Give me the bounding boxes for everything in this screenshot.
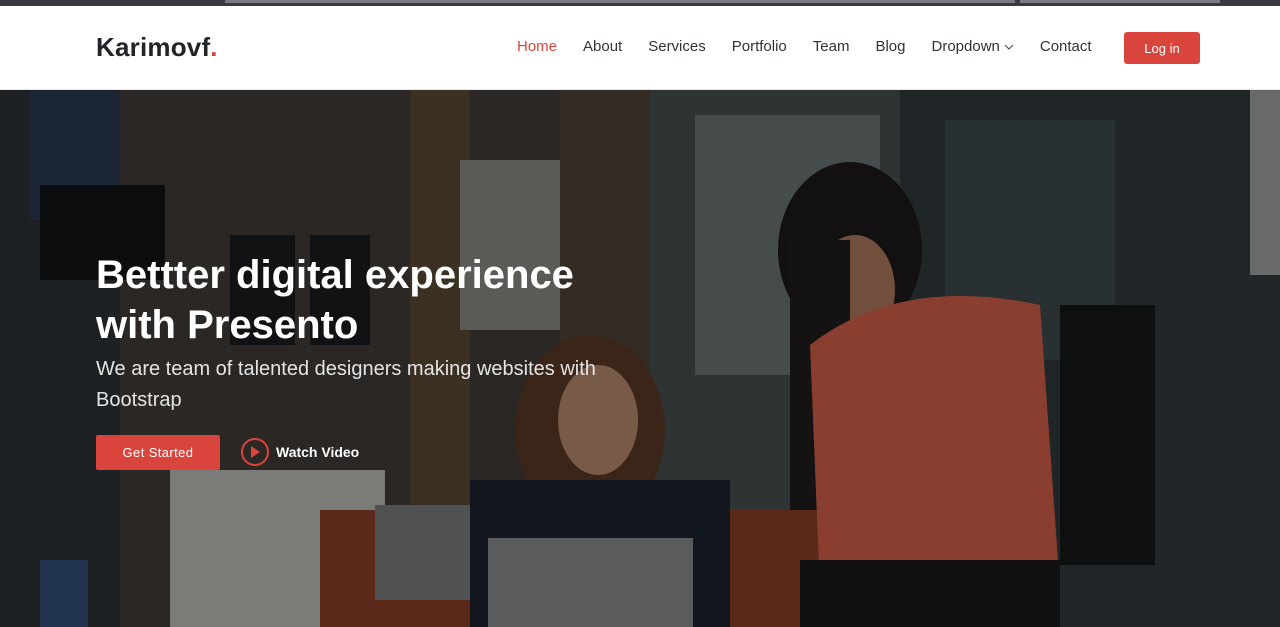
nav-about[interactable]: About — [583, 38, 622, 55]
watch-video-link[interactable]: Watch Video — [241, 438, 359, 466]
site-header: Karimovf. Home About Services Portfolio … — [0, 6, 1280, 90]
play-icon — [241, 438, 269, 466]
chevron-down-icon — [1004, 44, 1014, 50]
hero-title-line-1: Bettter digital experience — [96, 253, 574, 297]
hero-title: Bettter digital experience with Presento — [96, 250, 656, 350]
brand-logo[interactable]: Karimovf. — [96, 32, 218, 63]
top-strip-light-right — [1020, 0, 1220, 3]
main-nav: Home About Services Portfolio Team Blog … — [517, 38, 1118, 55]
nav-team[interactable]: Team — [813, 38, 850, 55]
top-strip-light — [225, 0, 1015, 3]
nav-dropdown-label: Dropdown — [931, 38, 1000, 55]
nav-blog[interactable]: Blog — [875, 38, 905, 55]
login-button[interactable]: Log in — [1124, 32, 1200, 64]
hero-subtitle: We are team of talented designers making… — [96, 358, 596, 411]
brand-dot: . — [210, 32, 218, 62]
hero-section: Bettter digital experience with Presento… — [0, 90, 1280, 627]
nav-home[interactable]: Home — [517, 38, 557, 55]
nav-services[interactable]: Services — [648, 38, 706, 55]
nav-dropdown[interactable]: Dropdown — [932, 38, 1014, 55]
get-started-button[interactable]: Get Started — [96, 435, 220, 470]
watch-video-label: Watch Video — [276, 444, 360, 460]
hero-title-line-2: with Presento — [96, 303, 359, 347]
nav-contact[interactable]: Contact — [1040, 38, 1092, 55]
brand-name: Karimovf — [96, 32, 211, 62]
nav-portfolio[interactable]: Portfolio — [732, 38, 787, 55]
